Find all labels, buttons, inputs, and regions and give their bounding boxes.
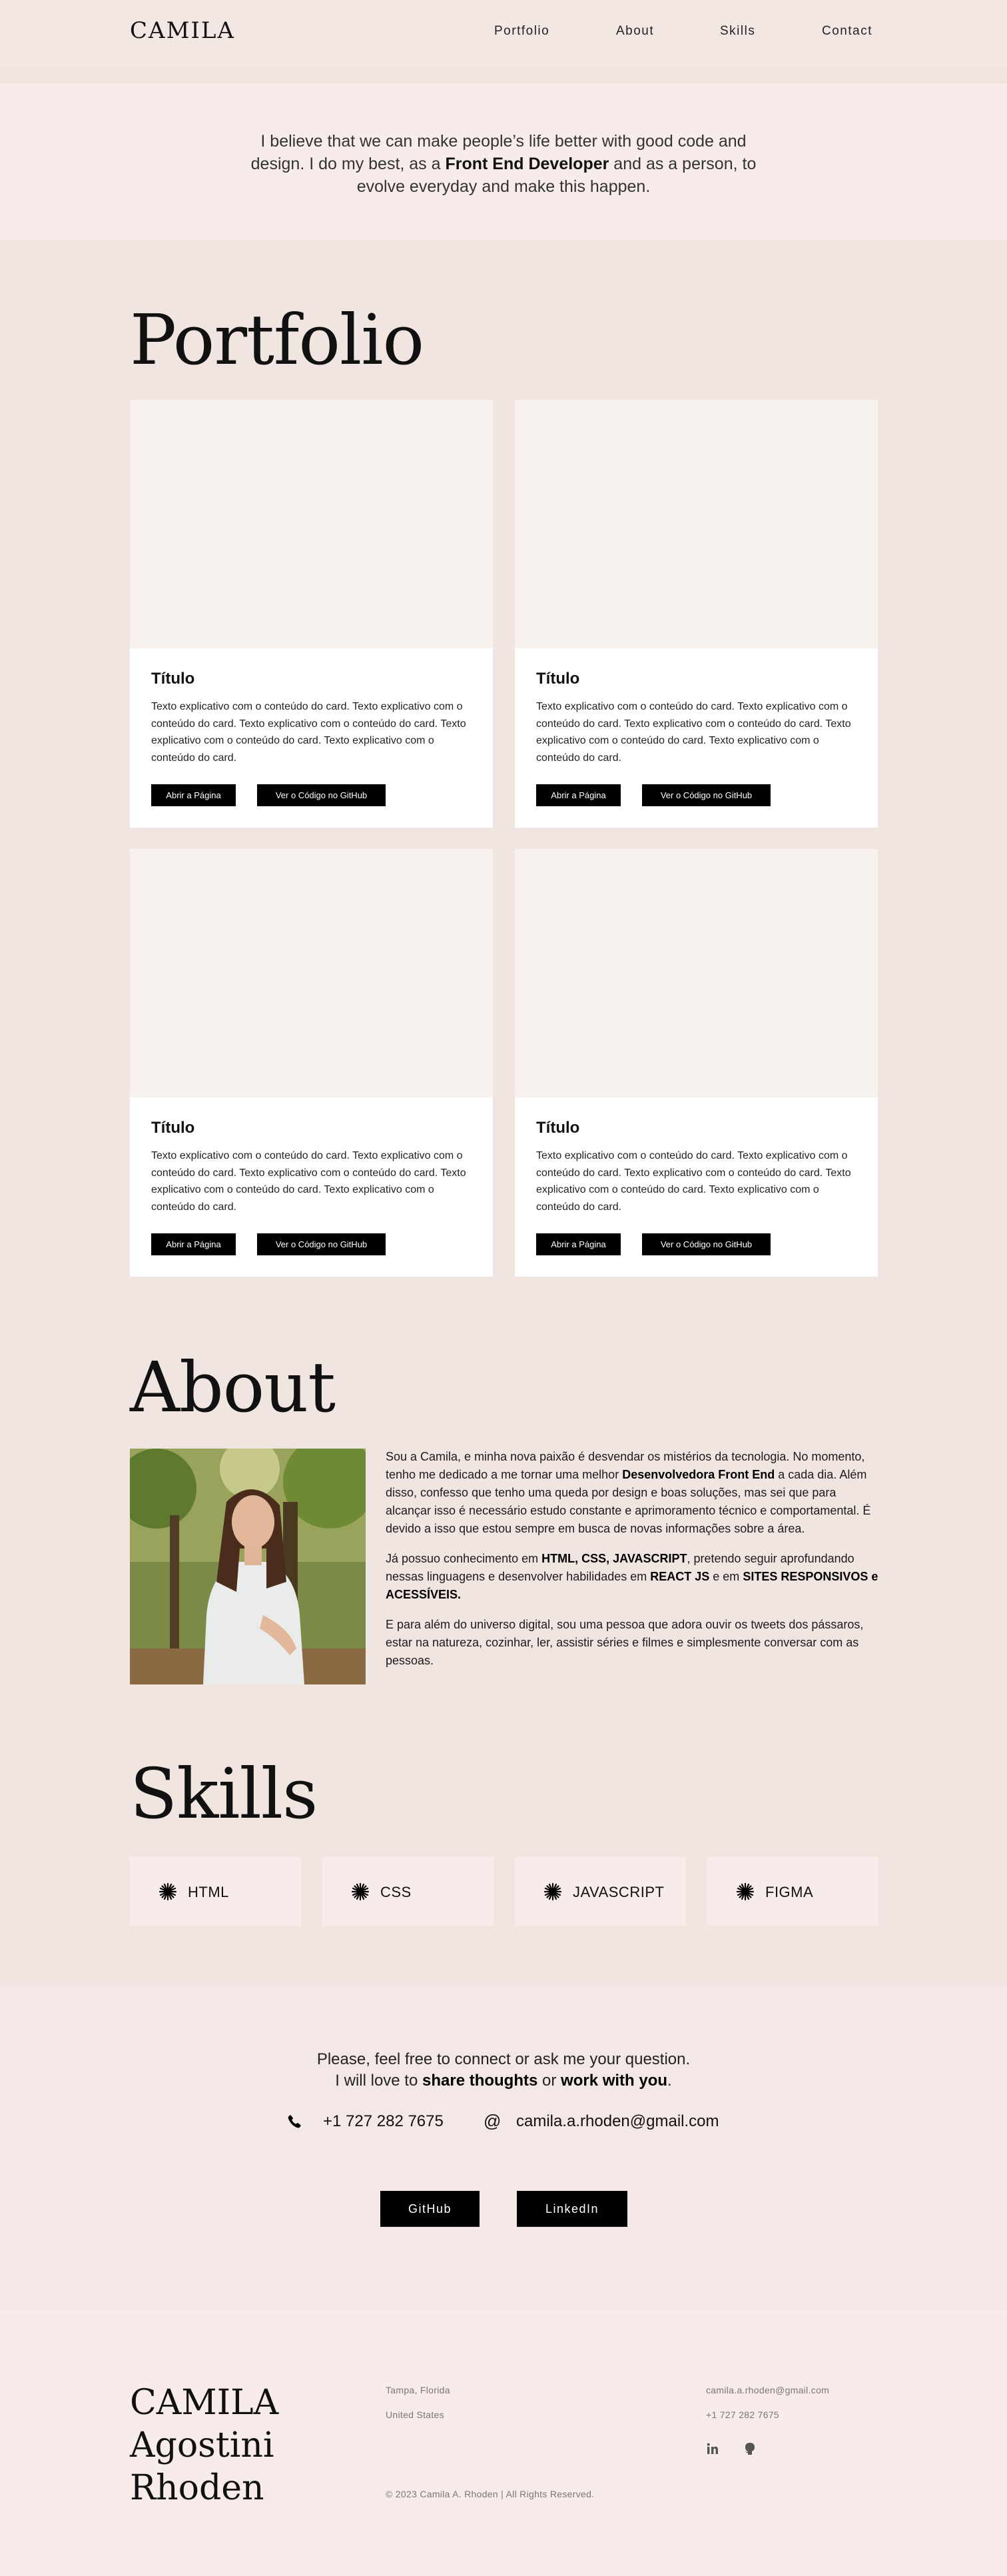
card-thumbnail	[515, 400, 878, 648]
contact-text-span: or	[537, 2072, 561, 2090]
footer-copyright: © 2023 Camila A. Rhoden | All Rights Res…	[386, 2489, 595, 2499]
nav-portfolio-link[interactable]: Portfolio	[494, 24, 549, 39]
starburst-icon	[736, 1882, 755, 1901]
site-logo[interactable]: CAMILA	[130, 17, 235, 44]
github-button[interactable]: GitHub	[380, 2191, 480, 2227]
card-title: Título	[151, 670, 195, 688]
footer-email[interactable]: camila.a.rhoden@gmail.com	[706, 2385, 829, 2395]
phone-icon	[288, 2115, 301, 2128]
profile-photo-illustration	[130, 1449, 366, 1684]
skill-label: CSS	[380, 1884, 412, 1900]
about-paragraph: Sou a Camila, e minha nova paixão é desv…	[386, 1448, 880, 1538]
open-page-button[interactable]: Abrir a Página	[536, 1233, 621, 1255]
hero-band: I believe that we can make people’s life…	[0, 83, 1007, 240]
skills-title: Skills	[130, 1753, 318, 1834]
footer-name: CAMILA Agostini Rhoden	[130, 2381, 278, 2509]
site-header: CAMILA Portfolio About Skills Contact	[0, 0, 1007, 67]
linkedin-button[interactable]: LinkedIn	[517, 2191, 627, 2227]
portfolio-card: Título Texto explicativo com o conteúdo …	[515, 400, 878, 828]
footer-city: Tampa, Florida	[386, 2385, 450, 2395]
nav-about-link[interactable]: About	[616, 24, 654, 39]
card-title: Título	[536, 1119, 580, 1137]
linkedin-icon[interactable]	[707, 2443, 719, 2455]
portfolio-card: Título Texto explicativo com o conteúdo …	[515, 849, 878, 1277]
about-paragraph: Já possuo conhecimento em HTML, CSS, JAV…	[386, 1550, 880, 1604]
nav-contact-link[interactable]: Contact	[822, 24, 872, 39]
github-icon[interactable]	[744, 2442, 756, 2455]
open-page-button[interactable]: Abrir a Página	[151, 784, 236, 806]
contact-highlight: work with you	[561, 2072, 668, 2090]
about-paragraph: E para além do universo digital, sou uma…	[386, 1618, 864, 1667]
portfolio-card: Título Texto explicativo com o conteúdo …	[130, 849, 493, 1277]
card-text: Texto explicativo com o conteúdo do card…	[536, 1150, 851, 1213]
site-footer: CAMILA Agostini Rhoden Tampa, Florida Un…	[0, 2311, 1007, 2576]
skill-card-figma: FIGMA	[707, 1857, 878, 1926]
starburst-icon	[351, 1882, 370, 1901]
card-text: Texto explicativo com o conteúdo do card…	[536, 701, 851, 764]
footer-name-line: Rhoden	[130, 2468, 264, 2508]
contact-line-1: Please, feel free to connect or ask me y…	[316, 2050, 691, 2068]
contact-text-span: .	[667, 2072, 672, 2090]
profile-photo	[130, 1449, 366, 1684]
about-highlight: REACT JS	[650, 1570, 710, 1583]
view-github-code-button[interactable]: Ver o Código no GitHub	[642, 1233, 771, 1255]
contact-phone-text: +1 727 282 7675	[323, 2112, 444, 2130]
view-github-code-button[interactable]: Ver o Código no GitHub	[257, 1233, 386, 1255]
hero-highlight: Front End Developer	[445, 155, 609, 173]
about-text: Sou a Camila, e minha nova paixão é desv…	[386, 1448, 880, 1682]
card-text: Texto explicativo com o conteúdo do card…	[151, 1150, 466, 1213]
contact-line-2: I will love to share thoughts or work wi…	[237, 2070, 770, 2092]
portfolio-card: Título Texto explicativo com o conteúdo …	[130, 400, 493, 828]
about-title: About	[130, 1347, 336, 1428]
contact-message: Please, feel free to connect or ask me y…	[237, 2049, 770, 2092]
at-icon: @	[484, 2111, 502, 2131]
footer-phone[interactable]: +1 727 282 7675	[706, 2409, 779, 2420]
card-thumbnail	[130, 400, 493, 648]
footer-country: United States	[386, 2409, 444, 2420]
about-highlight: HTML, CSS, JAVASCRIPT	[541, 1552, 687, 1565]
card-title: Título	[536, 670, 580, 688]
skill-label: HTML	[188, 1884, 229, 1900]
skill-card-css: CSS	[322, 1857, 494, 1926]
portfolio-title: Portfolio	[130, 299, 424, 380]
footer-name-line: CAMILA	[130, 2383, 279, 2423]
contact-text-span: I will love to	[335, 2072, 422, 2090]
about-text-span: e em	[709, 1570, 743, 1583]
card-text: Texto explicativo com o conteúdo do card…	[151, 701, 466, 764]
starburst-icon	[543, 1882, 562, 1901]
contact-email-text: camila.a.rhoden@gmail.com	[516, 2112, 719, 2130]
contact-section: Please, feel free to connect or ask me y…	[0, 1984, 1007, 2311]
view-github-code-button[interactable]: Ver o Código no GitHub	[257, 784, 386, 806]
footer-name-line: Agostini	[130, 2425, 274, 2465]
view-github-code-button[interactable]: Ver o Código no GitHub	[642, 784, 771, 806]
card-thumbnail	[130, 849, 493, 1097]
about-text-span: Já possuo conhecimento em	[386, 1552, 542, 1565]
about-highlight: Desenvolvedora Front End	[622, 1468, 775, 1481]
card-title: Título	[151, 1119, 195, 1137]
skill-card-javascript: JAVASCRIPT	[515, 1857, 686, 1926]
contact-highlight: share thoughts	[422, 2072, 538, 2090]
nav-skills-link[interactable]: Skills	[720, 24, 755, 39]
open-page-button[interactable]: Abrir a Página	[536, 784, 621, 806]
hero-statement: I believe that we can make people’s life…	[237, 130, 770, 198]
open-page-button[interactable]: Abrir a Página	[151, 1233, 236, 1255]
skill-label: JAVASCRIPT	[573, 1884, 665, 1900]
card-thumbnail	[515, 849, 878, 1097]
starburst-icon	[159, 1882, 177, 1901]
skill-card-html: HTML	[130, 1857, 301, 1926]
skill-label: FIGMA	[765, 1884, 814, 1900]
